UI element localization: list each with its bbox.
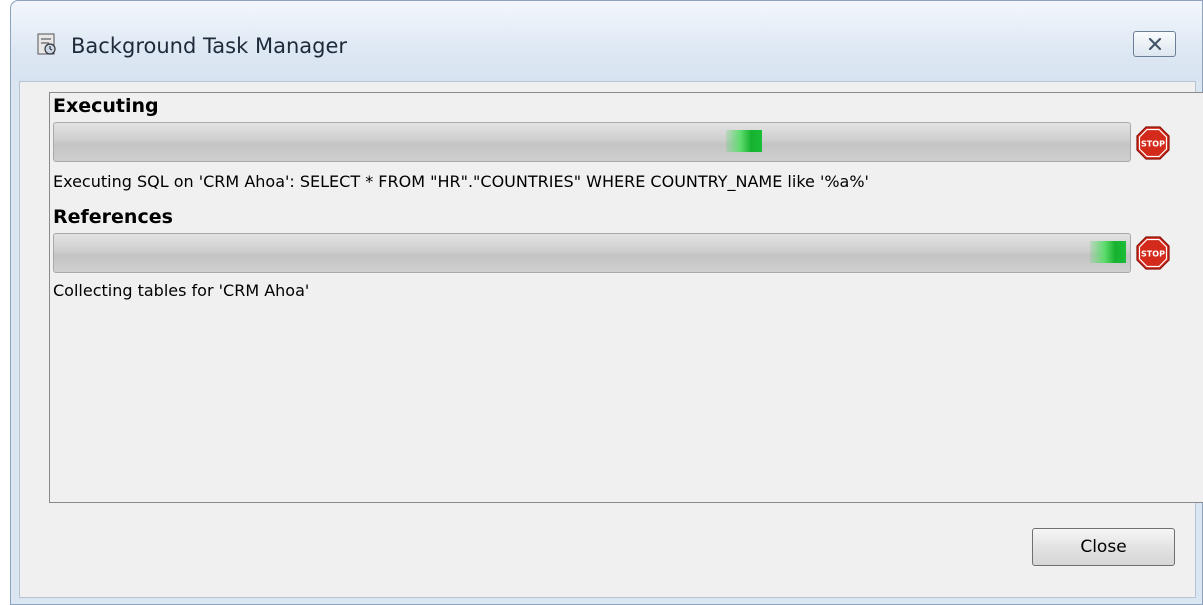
close-icon xyxy=(1148,38,1161,50)
task-heading: References xyxy=(53,206,173,228)
window-title: Background Task Manager xyxy=(71,34,348,58)
background-task-manager-window: Background Task Manager Executing STOP E… xyxy=(10,0,1203,605)
svg-text:STOP: STOP xyxy=(1141,250,1165,259)
title-bar[interactable]: Background Task Manager xyxy=(11,1,1202,81)
task-progress-bar xyxy=(53,122,1131,162)
progress-indicator xyxy=(1090,241,1126,263)
close-button[interactable]: Close xyxy=(1032,528,1175,566)
stop-sign-icon[interactable]: STOP xyxy=(1136,126,1170,160)
task-list-panel: Executing STOP Executing SQL on 'CRM Aho… xyxy=(49,92,1203,503)
task-progress-bar xyxy=(53,233,1131,273)
task-heading: Executing xyxy=(53,95,159,117)
dialog-body: Executing STOP Executing SQL on 'CRM Aho… xyxy=(19,81,1203,598)
task-manager-icon xyxy=(37,33,56,55)
progress-indicator xyxy=(726,130,762,152)
stop-sign-icon[interactable]: STOP xyxy=(1136,236,1170,270)
svg-text:STOP: STOP xyxy=(1141,140,1165,149)
window-close-button[interactable] xyxy=(1133,31,1176,57)
task-description: Collecting tables for 'CRM Ahoa' xyxy=(53,281,310,300)
task-description: Executing SQL on 'CRM Ahoa': SELECT * FR… xyxy=(53,172,869,191)
